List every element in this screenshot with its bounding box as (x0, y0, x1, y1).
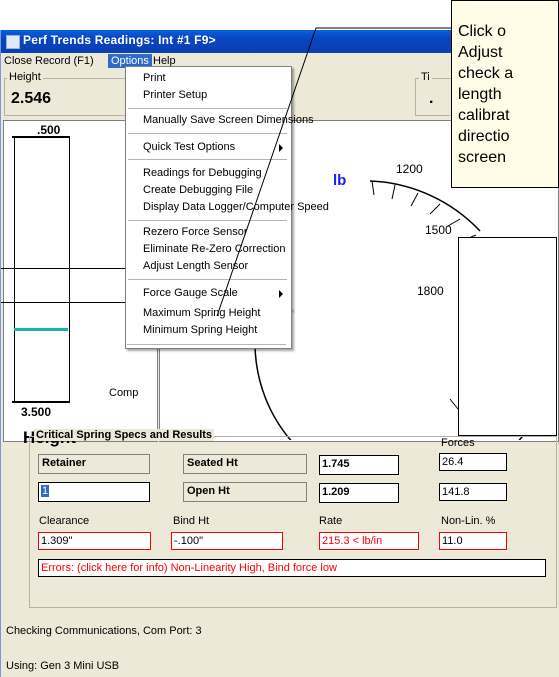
callout-box: Click o Adjust check a length calibrat d… (451, 0, 559, 188)
callout-line: calibrat (458, 107, 510, 124)
callout-text: Click o Adjust check a length calibrat d… (458, 21, 513, 168)
callout-line: Adjust (458, 44, 503, 61)
callout-line: screen (458, 149, 507, 166)
callout-line: length (458, 86, 502, 103)
callout-line: directio (458, 128, 510, 145)
callout-line: check a (458, 65, 514, 82)
callout-line: Click o (458, 23, 507, 40)
